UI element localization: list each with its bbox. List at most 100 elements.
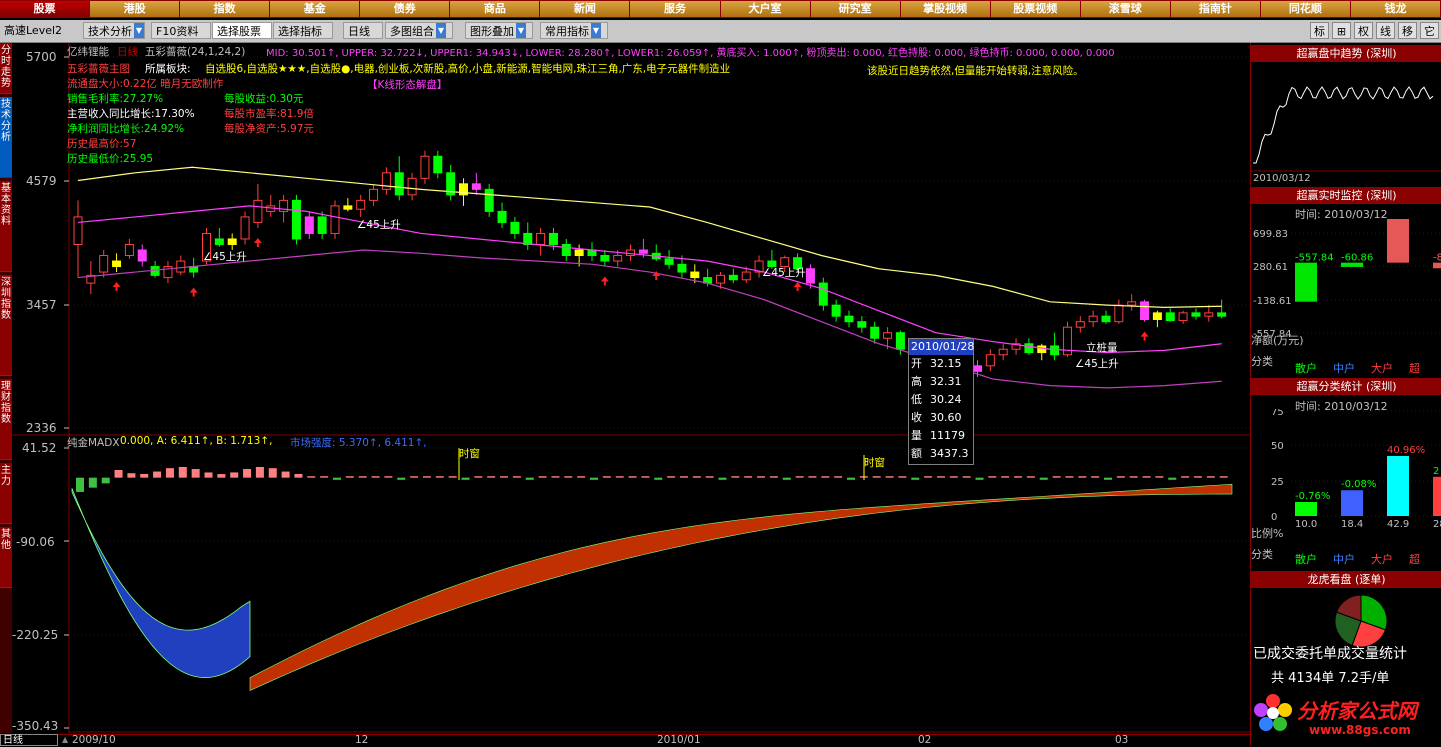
histogram-bar [1206,476,1215,478]
flower-logo-icon [1253,693,1293,733]
common-indicator-button[interactable]: 常用指标 ▼ [540,22,608,39]
toolbar-icon[interactable]: 权 [1354,22,1373,39]
candle [1101,310,1111,324]
class-panel-title[interactable]: 超赢分类统计 (深圳) [1251,378,1441,395]
histogram-bar [243,469,252,478]
class-bottom-label: 18.4 [1341,519,1363,529]
monitor-category: 中户 [1333,362,1355,375]
dropdown-arrow-icon: ▼ [591,23,601,38]
histogram-bar [1052,476,1061,478]
left-tab[interactable]: 分时走势 [0,43,12,94]
monitor-category: 大户 [1371,362,1393,375]
candle [1204,305,1214,322]
class-axis-label: 0 [1271,512,1277,523]
y-axis-label: 4579 [26,174,57,188]
multi-chart-button[interactable]: 多图组合 ▼ [385,22,453,39]
toolbar-icon[interactable]: 标 [1310,22,1329,39]
left-tab[interactable]: 主力 [0,463,12,524]
toolbar-icon[interactable]: 移 [1398,22,1417,39]
top-menu-item[interactable]: 大户室 [720,1,810,17]
top-menu-item[interactable]: 指数 [180,1,270,17]
f10-button[interactable]: F10资料 [151,22,211,39]
candle [381,167,391,195]
fundamental-item: 流通盘大小:0.22亿 暗月无欧制作 [67,78,224,90]
histogram-bar [1078,476,1087,478]
candle [484,183,494,217]
main-chart-title: 五彩蔷薇主图 [67,63,130,75]
blue-area [71,488,251,678]
top-menu-item[interactable]: 股票 [0,1,90,17]
toolbar-icon[interactable]: 它 [1420,22,1439,39]
monitor-category: 超 [1409,362,1420,375]
candle [407,172,417,201]
candle [394,156,404,201]
select-indicator-button[interactable]: 选择指标 [273,22,333,39]
dropdown-arrow-icon: ▼ [436,23,446,38]
histogram-bar [718,477,727,480]
histogram-bar [191,469,200,478]
histogram-bar [654,477,663,480]
histogram-bar [1193,476,1202,478]
left-tab[interactable]: 理财指数 [0,379,12,460]
candle [870,321,880,344]
top-menu-item[interactable]: 同花顺 [1260,1,1350,17]
histogram-bar [320,476,329,478]
chart-area[interactable]: 亿纬锂能 日线 五彩蔷薇(24,1,24,2) MID: 30.501↑, UP… [12,43,1250,747]
candle [176,255,186,276]
class-top-label: 2 [1433,466,1439,477]
left-tab[interactable]: 技术分析 [0,97,12,178]
dragon-panel-title[interactable]: 龙虎看盘 (逐单) [1251,571,1441,588]
top-menu-item[interactable]: 掌股视频 [900,1,990,17]
histogram-bar [371,476,380,478]
top-menu-item[interactable]: 商品 [450,1,540,17]
candle [1140,299,1150,322]
candles [73,150,1227,399]
top-menu-item[interactable]: 指南针 [1170,1,1260,17]
top-menu-item[interactable]: 股票视频 [990,1,1080,17]
histogram-bar [204,472,213,478]
dropdown-arrow-icon: ▼ [516,23,526,38]
histogram-bar [1091,476,1100,478]
tooltip-key: 额 [911,447,922,460]
histogram-bar [525,477,534,480]
period-mode-tab[interactable]: 日线 [0,734,58,746]
tooltip-row: 高 32.31 [909,373,973,391]
top-menu-item[interactable]: 债券 [360,1,450,17]
histogram-bar [808,476,817,478]
toolbar-icon[interactable]: 线 [1376,22,1395,39]
toolbar-icon[interactable]: ⊞ [1332,22,1351,39]
tech-analysis-button[interactable]: 技术分析 ▼ [83,22,145,39]
top-menu-item[interactable]: 滚雪球 [1080,1,1170,17]
y-axis-label: 41.52 [22,441,57,455]
top-menu-item[interactable]: 基金 [270,1,360,17]
tooltip-row: 收 30.60 [909,409,973,427]
candle [1050,332,1060,361]
monitor-panel-title[interactable]: 超赢实时监控 (深圳) [1251,187,1441,204]
top-menu-item[interactable]: 研究室 [810,1,900,17]
select-stock-button[interactable]: 选择股票 [212,22,272,39]
top-menu-item[interactable]: 钱龙 [1350,1,1440,17]
scroll-up-icon[interactable]: ▲ [62,735,71,745]
left-tab[interactable]: 深圳指数 [0,275,12,376]
top-menu-item[interactable]: 服务 [630,1,720,17]
candle [985,349,995,372]
top-menu-item[interactable]: 新闻 [540,1,630,17]
right-panel: 超赢盘中趋势 (深圳) 2010/03/12 超赢实时监控 (深圳) 时间: 2… [1250,43,1441,746]
period-button[interactable]: 日线 [343,22,383,39]
annotation: ∠45上升 [357,219,401,231]
sub-indicator-values: 0.000, A: 6.411↑, B: 1.713↑, [120,435,273,447]
top-menu-item[interactable]: 港股 [90,1,180,17]
left-tab[interactable]: 其他 [0,527,12,588]
trend-panel-title[interactable]: 超赢盘中趋势 (深圳) [1251,45,1441,62]
left-tab[interactable]: 基本资料 [0,181,12,272]
candle [214,227,224,247]
histogram-bar [333,477,341,480]
overlay-button[interactable]: 图形叠加 ▼ [465,22,533,39]
candle [291,194,301,245]
candle [831,299,841,322]
candle [330,200,340,239]
histogram-bar [165,468,174,478]
tooltip-value: 32.31 [930,375,962,388]
tooltip-row: 低 30.24 [909,391,973,409]
candle [523,222,533,250]
